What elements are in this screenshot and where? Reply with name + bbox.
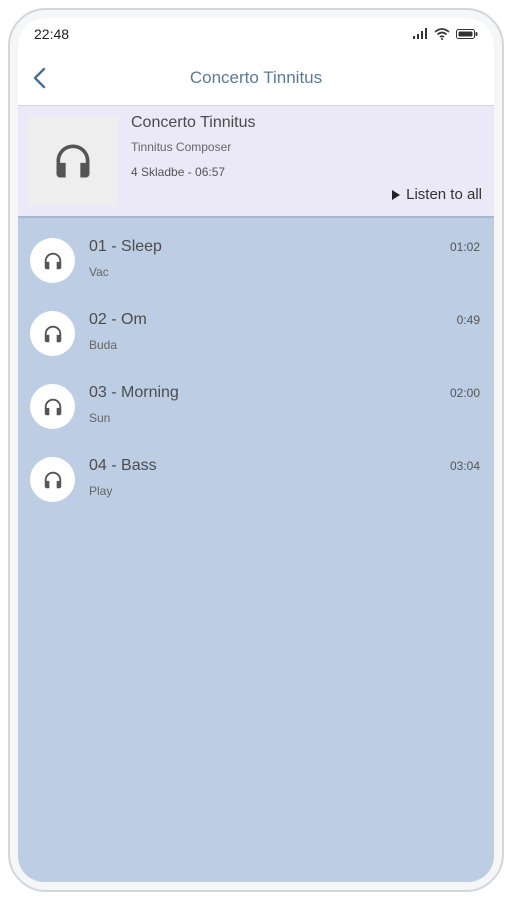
headphones-icon (44, 398, 61, 415)
wifi-icon (434, 28, 450, 40)
album-title: Concerto Tinnitus (131, 114, 256, 131)
signal-icon (413, 28, 427, 39)
top-app-bar: Concerto Tinnitus (18, 50, 494, 106)
album-summary: Concerto Tinnitus Tinnitus Composer 4 Sk… (18, 106, 494, 218)
track-duration: 01:02 (449, 240, 480, 254)
track-duration: 03:04 (449, 459, 480, 473)
track-icon-circle (30, 311, 75, 356)
track-title: 02 - Om (89, 311, 147, 328)
status-bar: 22:48 (18, 18, 494, 50)
headphones-icon (44, 325, 61, 342)
album-artist: Tinnitus Composer (131, 140, 232, 154)
track-icon-circle (30, 384, 75, 429)
track-icon-circle (30, 457, 75, 502)
track-row[interactable]: 01 - Sleep Vac 01:02 (18, 238, 494, 311)
play-icon (392, 189, 401, 200)
track-subtitle: Sun (89, 411, 111, 425)
status-time: 22:48 (34, 26, 70, 42)
app-screen: 22:48 Concerto Tinnitus Concerto Tinnitu… (18, 18, 494, 882)
track-row[interactable]: 04 - Bass Play 03:04 (18, 457, 494, 530)
track-duration: 0:49 (456, 313, 480, 327)
track-subtitle: Buda (89, 338, 118, 352)
listen-to-all-button[interactable]: Listen to all (392, 186, 482, 203)
track-subtitle: Play (89, 484, 113, 498)
album-track-count-duration: 4 Skladbe - 06:57 (131, 165, 226, 179)
track-title: 01 - Sleep (89, 238, 162, 255)
status-icons (412, 28, 478, 40)
album-cover (28, 116, 118, 206)
track-icon-circle (30, 238, 75, 283)
track-title: 03 - Morning (89, 384, 179, 401)
headphones-icon (56, 144, 90, 178)
headphones-icon (44, 471, 61, 488)
battery-icon (456, 29, 478, 39)
track-subtitle: Vac (89, 265, 109, 279)
track-title: 04 - Bass (89, 457, 157, 474)
headphones-icon (44, 252, 61, 269)
track-row[interactable]: 03 - Morning Sun 02:00 (18, 384, 494, 457)
track-list: 01 - Sleep Vac 01:02 02 - Om Buda 0:49 0… (18, 218, 494, 530)
listen-to-all-label: Listen to all (406, 186, 482, 203)
page-title: Concerto Tinnitus (189, 68, 323, 87)
track-row[interactable]: 02 - Om Buda 0:49 (18, 311, 494, 384)
track-duration: 02:00 (449, 386, 480, 400)
